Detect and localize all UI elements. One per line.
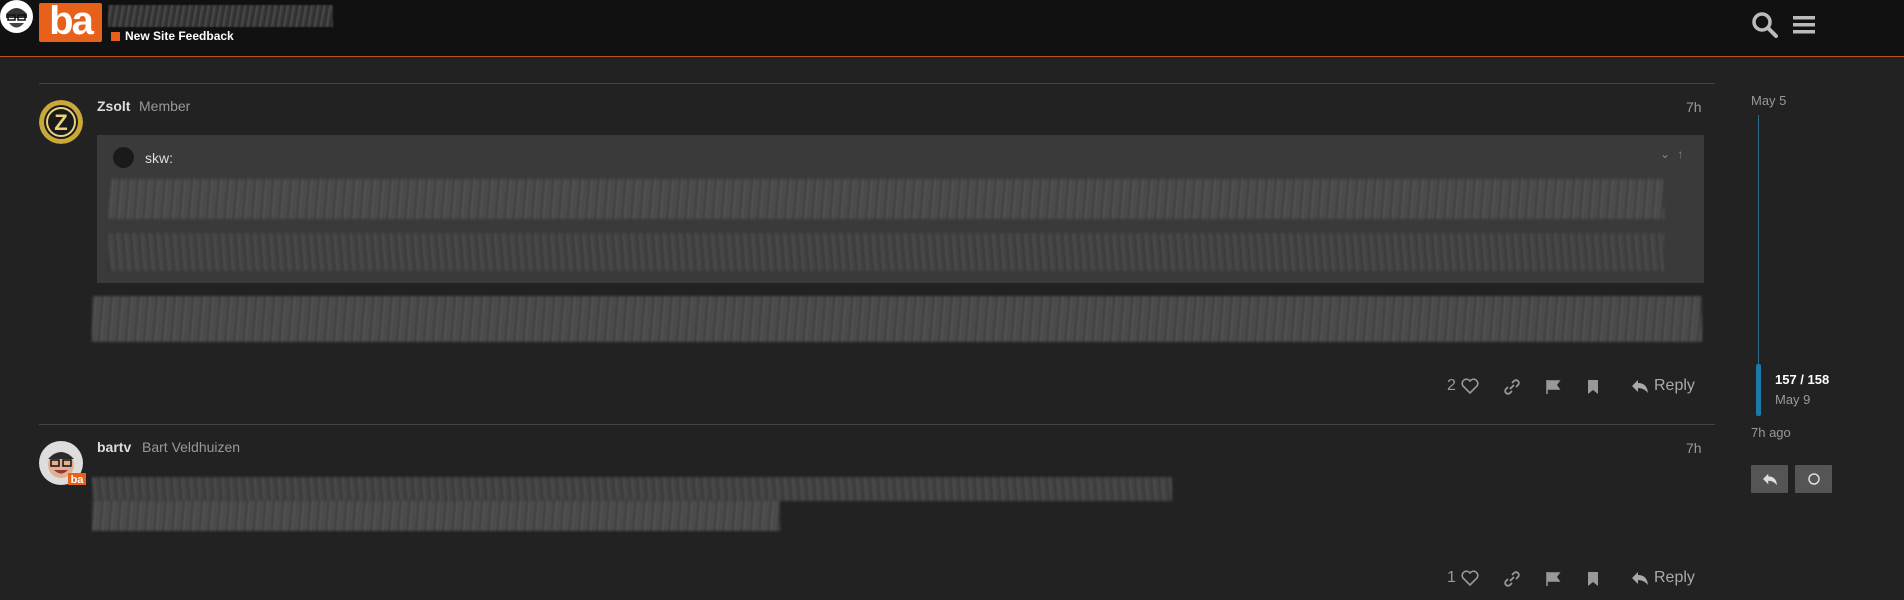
timeline-tracking-button[interactable]: [1795, 465, 1832, 493]
timeline-position: 157 / 158: [1775, 372, 1830, 387]
quote-block: skw: ⌄ ↑: [97, 135, 1704, 283]
quote-text-redacted: [109, 233, 1664, 271]
svg-text:Z: Z: [54, 110, 67, 135]
quote-username[interactable]: skw:: [145, 150, 173, 166]
search-icon[interactable]: [1750, 10, 1780, 40]
post-body-redacted: [92, 296, 1702, 342]
avatar[interactable]: ba: [39, 441, 86, 486]
bookmark-icon[interactable]: [1586, 379, 1600, 395]
category-badge[interactable]: New Site Feedback: [111, 29, 234, 43]
user-avatar-icon: [0, 0, 33, 33]
post-date[interactable]: 7h: [1686, 440, 1702, 456]
category-label: New Site Feedback: [125, 29, 234, 43]
zsolt-avatar-icon: Z: [39, 100, 83, 144]
timeline-reply-button[interactable]: [1751, 465, 1788, 493]
post-body-redacted: [92, 477, 1172, 501]
like-action[interactable]: 2: [1447, 377, 1479, 395]
quote-avatar: [113, 147, 134, 168]
heart-icon[interactable]: [1461, 570, 1479, 586]
heart-icon[interactable]: [1461, 378, 1479, 394]
link-icon[interactable]: [1503, 378, 1521, 396]
bookmark-icon[interactable]: [1586, 571, 1600, 587]
reply-icon: [1632, 380, 1648, 393]
like-action[interactable]: 1: [1447, 569, 1479, 587]
like-count: 2: [1447, 377, 1456, 394]
post-body-redacted: [92, 500, 780, 531]
circle-icon: [1807, 473, 1820, 485]
chevron-down-icon[interactable]: ⌄: [1660, 147, 1672, 161]
reply-icon: [1762, 473, 1777, 486]
reply-icon: [1632, 572, 1648, 585]
site-header: ba New Site Feedback: [0, 0, 1904, 57]
post-divider: [39, 424, 1715, 425]
post-user-title: Bart Veldhuizen: [142, 439, 241, 455]
reply-button[interactable]: Reply: [1631, 377, 1695, 395]
avatar[interactable]: Z: [39, 100, 83, 144]
reply-label: Reply: [1654, 377, 1695, 394]
post-divider: [39, 83, 1715, 84]
like-count: 1: [1447, 569, 1456, 586]
timeline-start-date[interactable]: May 5: [1751, 93, 1786, 108]
reply-button[interactable]: Reply: [1631, 569, 1695, 587]
post-date[interactable]: 7h: [1686, 99, 1702, 115]
quote-text-redacted: [109, 179, 1664, 219]
topic-title-redacted[interactable]: [108, 5, 333, 27]
bartv-avatar-icon: ba: [39, 441, 86, 486]
category-color-square: [111, 31, 120, 41]
link-icon[interactable]: [1503, 570, 1521, 588]
reply-label: Reply: [1654, 569, 1695, 586]
svg-text:ba: ba: [71, 474, 85, 485]
quote-controls[interactable]: ⌄ ↑: [1660, 147, 1685, 161]
post-username[interactable]: bartv: [97, 439, 131, 455]
timeline-scroll-handle[interactable]: [1756, 364, 1761, 416]
post-user-title: Member: [139, 98, 191, 114]
timeline-current-date: May 9: [1775, 392, 1811, 407]
flag-icon[interactable]: [1545, 379, 1561, 395]
arrow-up-icon[interactable]: ↑: [1677, 147, 1685, 161]
flag-icon[interactable]: [1545, 571, 1561, 587]
hamburger-menu-icon[interactable]: [1790, 10, 1820, 40]
site-logo[interactable]: ba: [39, 1, 102, 42]
post-username[interactable]: Zsolt: [97, 98, 130, 114]
timeline-last-activity[interactable]: 7h ago: [1751, 425, 1791, 440]
current-user-avatar[interactable]: [0, 0, 33, 33]
